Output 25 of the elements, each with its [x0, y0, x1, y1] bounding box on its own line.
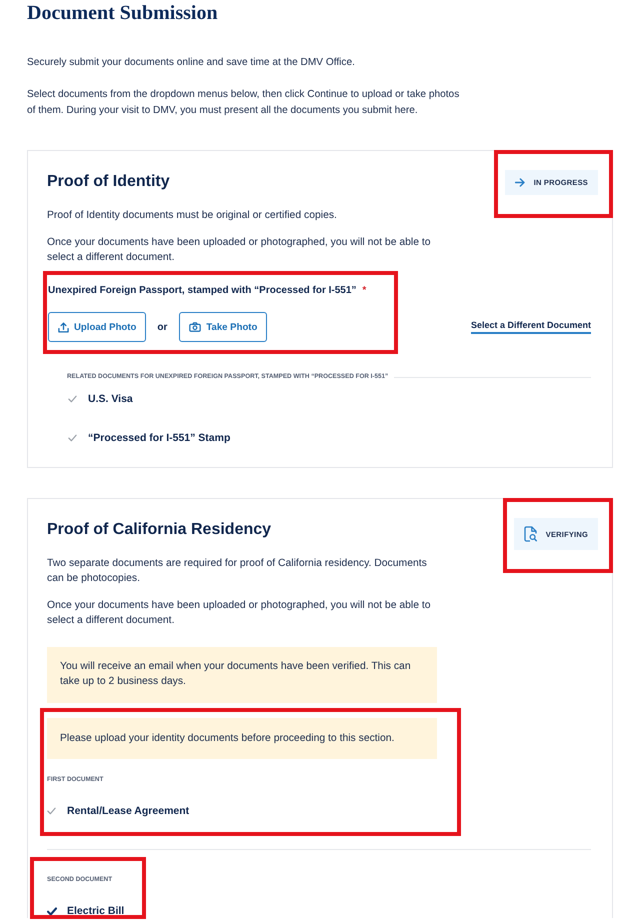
document-name: Electric Bill	[67, 904, 124, 918]
upload-icon	[58, 322, 69, 332]
info-notice: Please upload your identity documents before proceeding to this section.	[47, 718, 437, 759]
take-photo-button[interactable]: Take Photo	[179, 312, 268, 342]
section-text: Once your documents have been uploaded or photographed, you will not be able to select a different document.	[47, 236, 432, 265]
section-text: Two separate documents are required for proof of California residency. Documents can be photocopies.	[47, 557, 428, 586]
section-title: Proof of Identity	[47, 172, 170, 192]
section-title: Proof of California Residency	[47, 520, 272, 540]
document-name: Rental/Lease Agreement	[67, 804, 190, 818]
separator-text: or	[157, 322, 168, 332]
select-document-link[interactable]: Select a Different Document	[470, 319, 591, 334]
camera-icon	[189, 322, 202, 332]
page-title: Document Submission	[27, 1, 218, 25]
document-name: “Processed for I-551” Stamp	[88, 431, 230, 445]
section-text: Proof of Identity documents must be original or certified copies.	[47, 209, 338, 223]
required-asterisk: *	[362, 284, 366, 298]
upload-photo-button[interactable]: Upload Photo	[48, 312, 146, 342]
intro-text: Select documents from the dropdown menus below, then click Continue to upload or take photos of them. During your visit to DMV, you must present all the documents you submit here.	[27, 88, 460, 118]
arrow-right-icon	[514, 178, 525, 187]
document-search-icon	[524, 526, 537, 542]
document-label: Unexpired Foreign Passport, stamped with “Processed for I-551”	[48, 284, 356, 298]
document-name: U.S. Visa	[88, 392, 133, 406]
intro-text: Securely submit your documents online and save time at the DMV Office.	[27, 56, 356, 70]
section-text: Once your documents have been uploaded or photographed, you will not be able to select a different document.	[47, 599, 432, 628]
info-notice: You will receive an email when your documents have been verified. This can take up to 2 business days.	[47, 647, 437, 703]
